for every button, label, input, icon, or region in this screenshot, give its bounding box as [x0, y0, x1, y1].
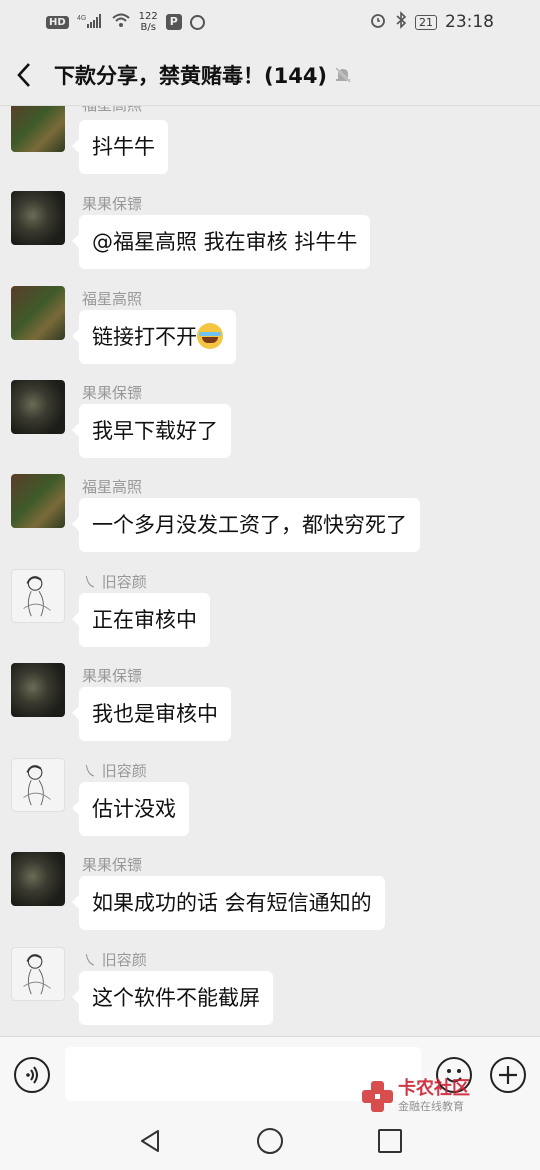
sender-name: 果果保镖: [82, 384, 143, 402]
svg-text:4G: 4G: [77, 15, 86, 22]
message-text: 链接打不开: [92, 325, 197, 349]
chat-header: 下款分享，禁黄赌毒！(144): [0, 44, 540, 106]
back-arrow-icon[interactable]: [16, 60, 40, 90]
watermark-logo: 卡农社区 金融在线教育: [362, 1080, 470, 1114]
signal-icon: 4G: [77, 13, 103, 32]
avatar[interactable]: [11, 380, 65, 434]
globe-icon: [189, 14, 205, 30]
avatar[interactable]: [11, 663, 65, 717]
sender-name: 果果保镖: [82, 667, 143, 685]
message-bubble[interactable]: 正在审核中: [72, 593, 210, 647]
sender-name: 果果保镖: [82, 195, 143, 213]
chat-title: 下款分享，禁黄赌毒！(144): [54, 63, 328, 88]
avatar[interactable]: [11, 286, 65, 340]
sender-name: ㇏ 旧容颜: [82, 762, 147, 780]
sender-name: 福星高照: [82, 106, 142, 115]
message-bubble[interactable]: @福星高照 我在审核 抖牛牛: [71, 215, 371, 269]
wifi-icon: [111, 12, 131, 32]
avatar[interactable]: [11, 191, 65, 245]
message-list[interactable]: 福星高照 抖牛牛 果果保镖 @福星高照 我在审核 抖牛牛 福星高照 链接打不开 …: [0, 106, 540, 1036]
sender-name: 福星高照: [82, 478, 143, 496]
clock: 23:18: [445, 12, 494, 32]
message-bubble[interactable]: 一个多月没发工资了，都快穷死了: [72, 498, 420, 552]
system-nav-bar: [0, 1112, 540, 1170]
sender-name: 福星高照: [82, 290, 143, 308]
bluetooth-icon: [395, 10, 407, 34]
message-bubble[interactable]: 估计没戏: [72, 782, 189, 836]
crying-laughing-emoji-icon: [197, 323, 223, 349]
voice-icon[interactable]: [14, 1057, 50, 1093]
sender-name: ㇏ 旧容颜: [82, 573, 147, 591]
message-bubble[interactable]: 这个软件不能截屏: [72, 971, 273, 1025]
avatar[interactable]: [11, 947, 65, 1001]
avatar[interactable]: [11, 474, 65, 528]
message-bubble[interactable]: 我早下载好了: [72, 404, 231, 458]
hd-indicator: HD: [46, 15, 69, 29]
message-bubble[interactable]: 我也是审核中: [72, 687, 231, 741]
nav-back-icon[interactable]: [138, 1128, 164, 1154]
network-speed: 122 B/s: [138, 11, 158, 33]
nav-home-icon[interactable]: [257, 1128, 283, 1154]
sender-name: ㇏ 旧容颜: [82, 951, 147, 969]
app-notification-icon: P: [165, 14, 182, 30]
battery-indicator: 21: [415, 14, 437, 30]
avatar[interactable]: [11, 106, 65, 152]
mute-bell-icon: [333, 65, 353, 85]
plus-icon[interactable]: [490, 1057, 526, 1093]
avatar[interactable]: [11, 569, 65, 623]
message-bubble[interactable]: 如果成功的话 会有短信通知的: [72, 876, 385, 930]
avatar[interactable]: [11, 758, 65, 812]
avatar[interactable]: [11, 852, 65, 906]
nav-recent-apps-icon[interactable]: [378, 1129, 402, 1153]
status-bar: HD 4G 122 B/s P 21 23:18: [0, 0, 540, 44]
watermark-name: 卡农社区: [398, 1078, 470, 1099]
alarm-icon: [369, 11, 387, 34]
kanong-logo-icon: [362, 1081, 394, 1113]
sender-name: 果果保镖: [82, 856, 143, 874]
message-bubble[interactable]: 抖牛牛: [72, 120, 168, 174]
message-bubble[interactable]: 链接打不开: [72, 310, 236, 364]
